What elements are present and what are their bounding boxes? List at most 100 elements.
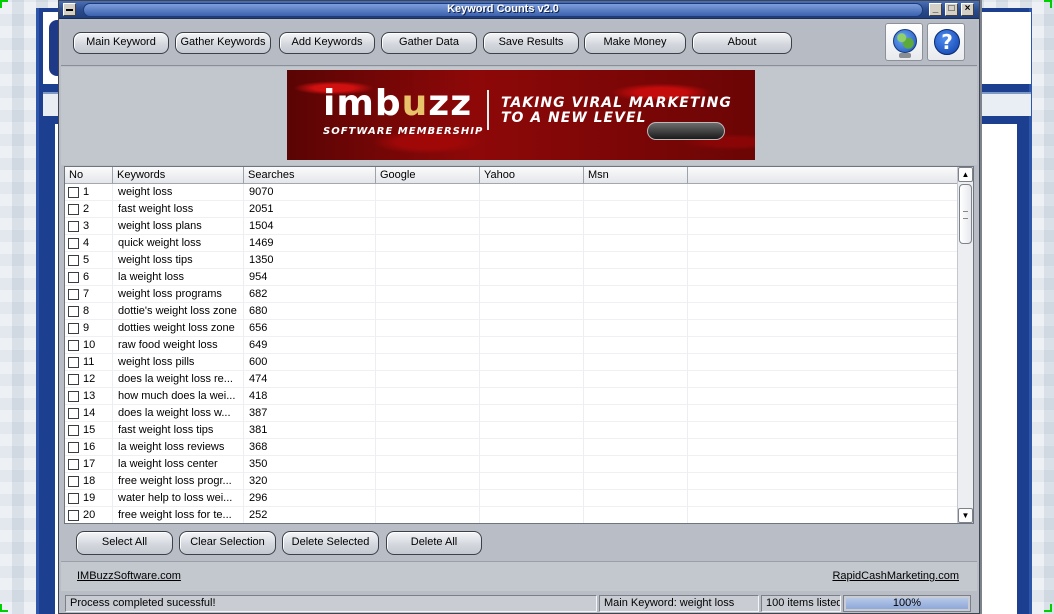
cell-yahoo [480,235,584,252]
column-header-searches[interactable]: Searches [244,167,376,184]
cell-msn [584,439,688,456]
title-bar[interactable]: Keyword Counts v2.0 _ □ × [59,1,979,19]
row-number: 20 [83,509,96,521]
row-checkbox[interactable] [68,442,79,453]
delete-all-button[interactable]: Delete All [386,531,482,555]
rapid-cash-marketing-link[interactable]: RapidCashMarketing.com [832,570,959,582]
cell-searches: 1504 [244,218,376,235]
table-row[interactable]: 16 la weight loss reviews 368 [65,439,957,456]
row-number: 1 [83,186,90,198]
row-checkbox[interactable] [68,204,79,215]
row-checkbox[interactable] [68,408,79,419]
gather-data-button[interactable]: Gather Data [381,32,477,54]
row-checkbox[interactable] [68,510,79,521]
table-row[interactable]: 8 dottie's weight loss zone 680 [65,303,957,320]
cell-yahoo [480,337,584,354]
minimize-button[interactable]: _ [929,3,942,16]
table-row[interactable]: 18 free weight loss progr... 320 [65,473,957,490]
table-row[interactable]: 11 weight loss pills 600 [65,354,957,371]
table-row[interactable]: 6 la weight loss 954 [65,269,957,286]
row-checkbox[interactable] [68,459,79,470]
add-keywords-button[interactable]: Add Keywords [279,32,375,54]
column-header-filler [688,167,957,184]
table-row[interactable]: 12 does la weight loss re... 474 [65,371,957,388]
make-money-button[interactable]: Make Money [584,32,686,54]
column-header-keywords[interactable]: Keywords [113,167,244,184]
cell-msn [584,473,688,490]
table-row[interactable]: 15 fast weight loss tips 381 [65,422,957,439]
cell-google [376,320,480,337]
main-keyword-button[interactable]: Main Keyword [73,32,169,54]
scroll-down-arrow-icon[interactable]: ▼ [958,508,973,523]
cell-no: 9 [65,320,113,337]
table-row[interactable]: 14 does la weight loss w... 387 [65,405,957,422]
table-header: No Keywords Searches Google Yahoo Msn [65,167,957,184]
table-row[interactable]: 3 weight loss plans 1504 [65,218,957,235]
row-checkbox[interactable] [68,323,79,334]
cell-filler [688,439,957,456]
cell-keyword: weight loss plans [113,218,244,235]
maximize-button[interactable]: □ [945,3,958,16]
row-checkbox[interactable] [68,272,79,283]
row-checkbox[interactable] [68,391,79,402]
table-row[interactable]: 9 dotties weight loss zone 656 [65,320,957,337]
cell-no: 18 [65,473,113,490]
row-checkbox[interactable] [68,221,79,232]
row-number: 4 [83,237,90,249]
delete-selected-button[interactable]: Delete Selected [282,531,379,555]
row-checkbox[interactable] [68,476,79,487]
table-row[interactable]: 1 weight loss 9070 [65,184,957,201]
help-button[interactable]: ? [927,23,965,61]
row-checkbox[interactable] [68,306,79,317]
select-all-button[interactable]: Select All [76,531,173,555]
cell-no: 2 [65,201,113,218]
row-checkbox[interactable] [68,340,79,351]
cell-yahoo [480,354,584,371]
row-checkbox[interactable] [68,238,79,249]
clear-selection-button[interactable]: Clear Selection [179,531,276,555]
gather-keywords-button[interactable]: Gather Keywords [175,32,271,54]
toolbar: Main Keyword Gather Keywords Add Keyword… [61,21,977,66]
imbuzz-banner[interactable]: imbuzz SOFTWARE MEMBERSHIP TAKING VIRAL … [287,70,755,160]
row-checkbox[interactable] [68,357,79,368]
cell-msn [584,218,688,235]
cell-msn [584,235,688,252]
cell-filler [688,218,957,235]
cell-searches: 649 [244,337,376,354]
row-number: 18 [83,475,96,487]
cell-google [376,405,480,422]
cell-google [376,473,480,490]
table-row[interactable]: 4 quick weight loss 1469 [65,235,957,252]
globe-button[interactable] [885,23,923,61]
table-row[interactable]: 2 fast weight loss 2051 [65,201,957,218]
row-checkbox[interactable] [68,374,79,385]
imbuzz-software-link[interactable]: IMBuzzSoftware.com [77,570,181,582]
cell-searches: 1350 [244,252,376,269]
column-header-no[interactable]: No [65,167,113,184]
table-row[interactable]: 17 la weight loss center 350 [65,456,957,473]
column-header-google[interactable]: Google [376,167,480,184]
row-checkbox[interactable] [68,493,79,504]
column-header-msn[interactable]: Msn [584,167,688,184]
table-row[interactable]: 5 weight loss tips 1350 [65,252,957,269]
save-results-button[interactable]: Save Results [483,32,579,54]
table-row[interactable]: 13 how much does la wei... 418 [65,388,957,405]
scroll-up-arrow-icon[interactable]: ▲ [958,167,973,182]
row-checkbox[interactable] [68,425,79,436]
cell-filler [688,354,957,371]
scroll-thumb[interactable] [959,184,972,244]
vertical-scrollbar[interactable]: ▲ ▼ [957,167,973,523]
system-menu-icon[interactable] [63,3,76,16]
help-icon: ? [934,29,960,55]
row-checkbox[interactable] [68,255,79,266]
row-checkbox[interactable] [68,289,79,300]
row-checkbox[interactable] [68,187,79,198]
about-button[interactable]: About [692,32,792,54]
column-header-yahoo[interactable]: Yahoo [480,167,584,184]
table-row[interactable]: 7 weight loss programs 682 [65,286,957,303]
cell-msn [584,490,688,507]
table-row[interactable]: 20 free weight loss for te... 252 [65,507,957,523]
table-row[interactable]: 10 raw food weight loss 649 [65,337,957,354]
close-button[interactable]: × [961,3,974,16]
table-row[interactable]: 19 water help to loss wei... 296 [65,490,957,507]
